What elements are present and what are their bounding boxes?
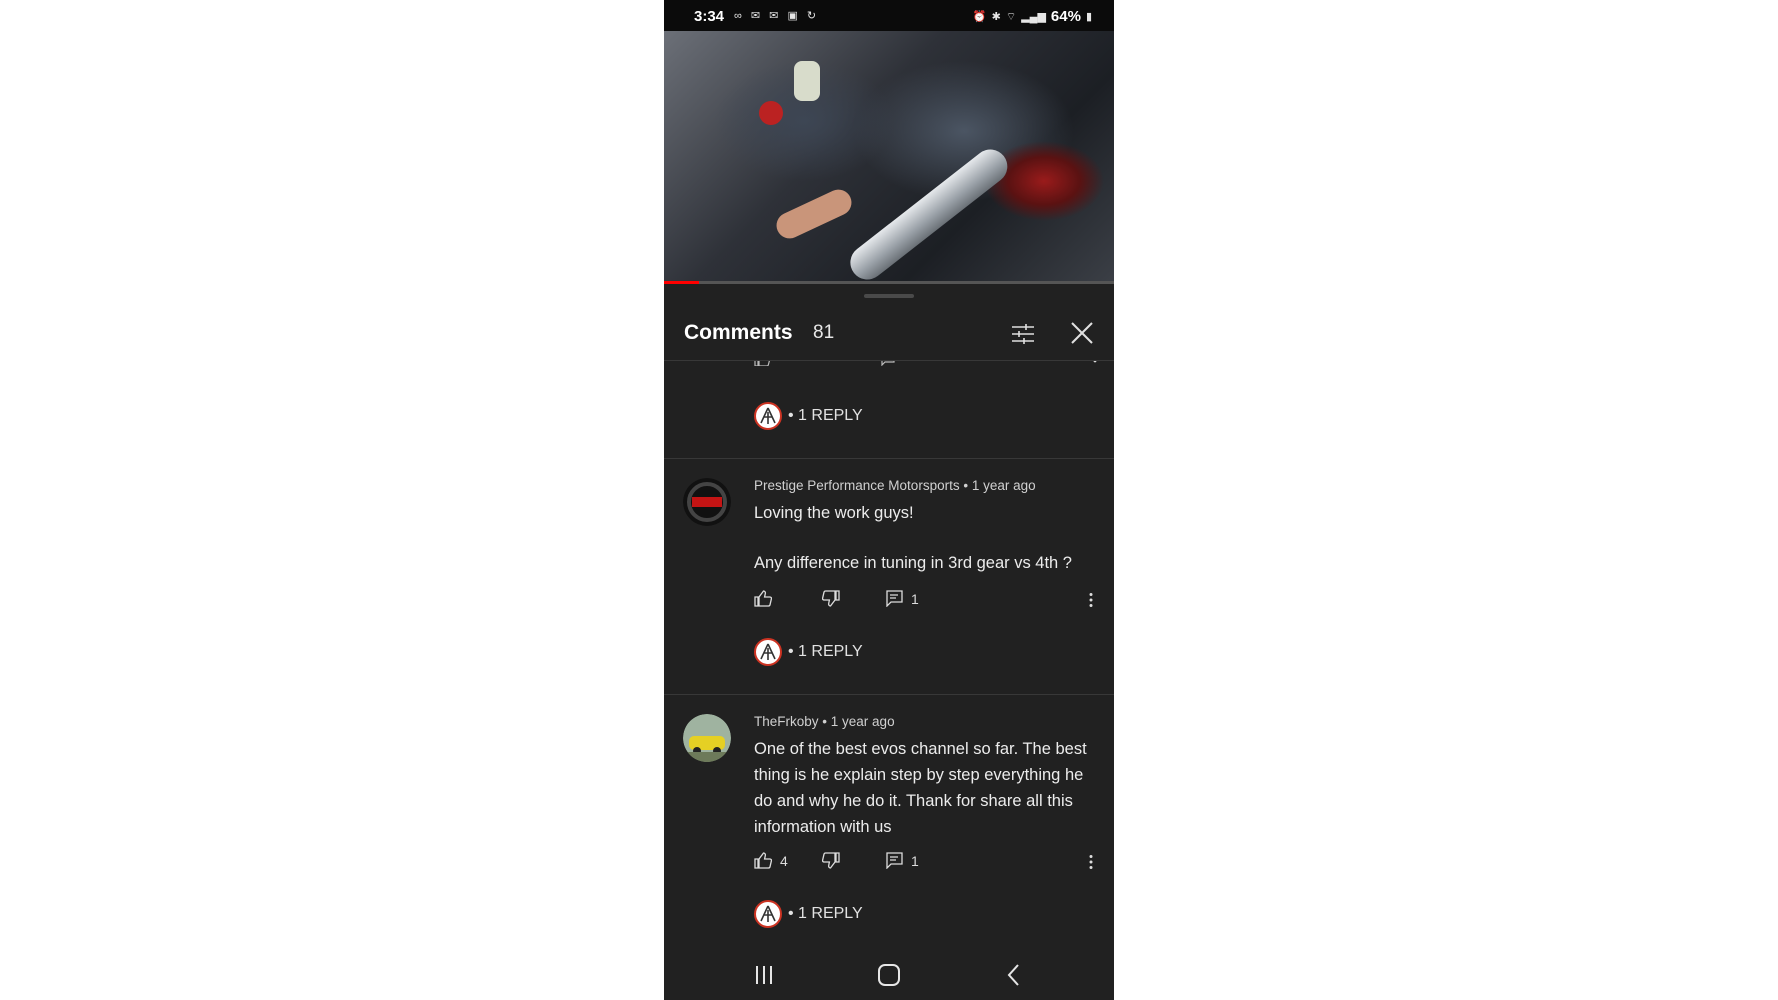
comment-text-line: Loving the work guys! [754, 504, 914, 522]
dislike-icon [822, 852, 840, 869]
reply-button[interactable]: 1 [886, 852, 919, 869]
reply-count-label: • 1 REPLY [788, 905, 863, 922]
status-time: 3:34 [694, 8, 725, 25]
avatar[interactable] [683, 478, 731, 526]
reply-count: 1 [911, 852, 919, 869]
filter-icon[interactable] [1010, 321, 1036, 347]
video-intake-pipe [843, 142, 1015, 283]
comment-author[interactable]: Prestige Performance Motorsports [754, 478, 960, 493]
notification-icons: ∞ ✉ ✉ ▣ ↻ [734, 10, 820, 22]
comment-actions: 1 [754, 590, 1104, 610]
reply-count-label: • 1 REPLY [788, 407, 863, 424]
like-icon [754, 852, 772, 869]
wifi-icon: ⌔ [1005, 10, 1017, 23]
comment-age: 1 year ago [971, 478, 1036, 493]
more-options-icon[interactable] [1088, 854, 1094, 870]
video-engine-cap [759, 101, 783, 125]
creator-avatar [754, 638, 782, 666]
battery-icon: ▮ [1085, 11, 1092, 23]
creator-logo-icon [760, 407, 776, 424]
comment-age: 1 year ago [830, 714, 895, 729]
comments-count: 81 [813, 322, 835, 343]
alarm-icon: ⏰ [972, 11, 987, 23]
dislike-button[interactable] [822, 590, 840, 607]
comment-text-line: Any difference in tuning in 3rd gear vs … [754, 554, 1072, 572]
like-button[interactable]: 4 [754, 852, 788, 869]
meta-separator: • [822, 714, 831, 729]
reply-icon [886, 852, 903, 869]
reply-icon [886, 590, 903, 607]
comment-meta: Prestige Performance Motorsports • 1 yea… [754, 478, 1036, 493]
like-icon [754, 590, 772, 607]
reply-count: 1 [911, 590, 919, 607]
back-icon[interactable] [1000, 962, 1028, 988]
recent-apps-icon[interactable] [750, 962, 778, 988]
reply-count-label: • 1 REPLY [788, 643, 863, 660]
bluetooth-icon: ✱ [991, 11, 1001, 23]
comment-meta: TheFrkoby • 1 year ago [754, 714, 895, 729]
comment-divider [664, 694, 1114, 695]
comment-author[interactable]: TheFrkoby [754, 714, 819, 729]
view-replies-button[interactable]: • 1 REPLY [754, 638, 863, 666]
more-options-icon[interactable] [1088, 592, 1094, 608]
video-player[interactable] [664, 31, 1114, 283]
creator-avatar [754, 900, 782, 928]
like-count: 4 [780, 852, 788, 869]
system-nav-bar [664, 950, 1114, 1000]
video-hand [772, 185, 856, 243]
view-replies-button[interactable]: • 1 REPLY [754, 402, 863, 430]
dislike-icon [822, 590, 840, 607]
system-icons: ⏰ ✱ ⌔ ▂▄▆ 64% ▮ [973, 8, 1092, 25]
dislike-button[interactable] [822, 852, 840, 869]
comments-sheet: Comments 81 • 1 REPLY Prestige Performan… [664, 284, 1114, 950]
phone-screen: 3:34 ∞ ✉ ✉ ▣ ↻ ⏰ ✱ ⌔ ▂▄▆ 64% ▮ Comments … [664, 0, 1114, 1000]
comment-text: One of the best evos channel so far. The… [754, 740, 1087, 836]
signal-icon: ▂▄▆ [1021, 11, 1046, 23]
status-bar: 3:34 ∞ ✉ ✉ ▣ ↻ ⏰ ✱ ⌔ ▂▄▆ 64% ▮ [664, 0, 1114, 31]
close-icon[interactable] [1069, 320, 1095, 346]
meta-separator: • [963, 478, 972, 493]
video-engine-detail [794, 61, 820, 101]
avatar[interactable] [683, 714, 731, 762]
creator-logo-icon [760, 905, 776, 922]
view-replies-button[interactable]: • 1 REPLY [754, 900, 863, 928]
comment-divider [664, 458, 1114, 459]
creator-logo-icon [760, 643, 776, 660]
battery-level: 64% [1050, 8, 1081, 25]
creator-avatar [754, 402, 782, 430]
comment-text: Loving the work guys! Any difference in … [754, 500, 1104, 576]
comment-actions: 4 1 [754, 852, 1104, 872]
comments-header: Comments 81 [664, 304, 1114, 361]
reply-button[interactable]: 1 [886, 590, 919, 607]
home-icon[interactable] [875, 962, 903, 988]
comments-title: Comments [684, 321, 793, 344]
comments-list[interactable]: • 1 REPLY Prestige Performance Motorspor… [664, 360, 1114, 950]
drag-handle[interactable] [864, 294, 914, 298]
like-button[interactable] [754, 590, 780, 607]
